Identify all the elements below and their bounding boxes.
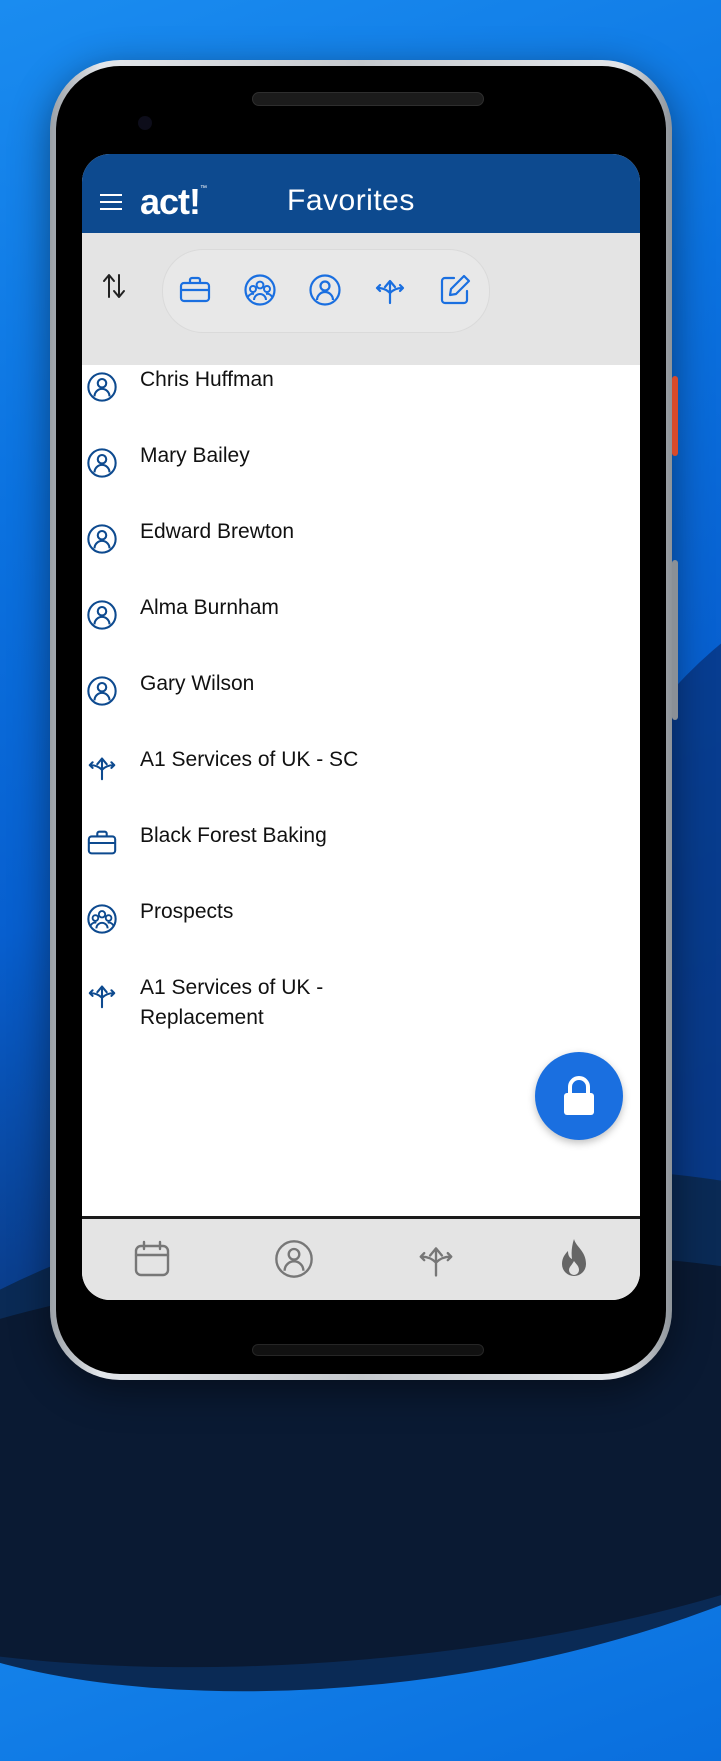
opportunity-icon bbox=[88, 757, 116, 781]
edit-icon bbox=[440, 274, 471, 305]
opportunity-icon bbox=[419, 1247, 453, 1277]
favorite-label: A1 Services of UK - SC bbox=[140, 748, 359, 771]
contact-icon bbox=[87, 448, 117, 478]
favorite-item-opportunity[interactable]: A1 Services of UK - Replacement bbox=[82, 973, 640, 1053]
favorite-item-contact[interactable]: Edward Brewton bbox=[82, 517, 640, 587]
earpiece-speaker bbox=[252, 92, 484, 106]
companies-filter-button[interactable] bbox=[177, 272, 213, 308]
contact-icon bbox=[275, 1240, 313, 1278]
briefcase-icon bbox=[87, 830, 117, 855]
opportunity-icon bbox=[88, 985, 116, 1009]
favorite-label: A1 Services of UK - Replacement bbox=[140, 976, 324, 1029]
contact-icon bbox=[87, 600, 117, 630]
nav-contacts-button[interactable] bbox=[272, 1237, 316, 1281]
group-icon bbox=[244, 274, 276, 306]
page-title: Favorites bbox=[287, 184, 415, 217]
favorite-label: Mary Bailey bbox=[140, 444, 250, 467]
bottom-speaker bbox=[252, 1344, 484, 1356]
contact-icon bbox=[87, 676, 117, 706]
filter-toolbar bbox=[82, 233, 640, 365]
front-camera bbox=[138, 116, 152, 130]
favorite-label: Edward Brewton bbox=[140, 520, 295, 543]
calendar-icon bbox=[134, 1240, 170, 1277]
favorite-label: Prospects bbox=[140, 900, 234, 923]
notes-filter-button[interactable] bbox=[437, 272, 473, 308]
favorite-label: Alma Burnham bbox=[140, 596, 279, 619]
power-button bbox=[672, 376, 678, 456]
opportunity-icon bbox=[375, 279, 405, 305]
contact-icon bbox=[87, 524, 117, 554]
entity-filter-bar bbox=[162, 249, 490, 333]
contacts-filter-button[interactable] bbox=[307, 272, 343, 308]
favorite-item-group[interactable]: Prospects bbox=[82, 897, 640, 967]
app-screen: act!™ Favorites Chris Huffman Mary Baile… bbox=[82, 154, 640, 1300]
flame-icon bbox=[562, 1239, 586, 1276]
nav-hot-button[interactable] bbox=[552, 1237, 596, 1281]
lock-icon bbox=[564, 1076, 594, 1115]
nav-calendar-button[interactable] bbox=[130, 1237, 174, 1281]
contact-icon bbox=[309, 274, 341, 306]
sort-arrows-icon[interactable] bbox=[102, 271, 126, 301]
groups-filter-button[interactable] bbox=[242, 272, 278, 308]
favorite-label: Gary Wilson bbox=[140, 672, 255, 695]
favorite-item-contact[interactable]: Gary Wilson bbox=[82, 669, 640, 739]
bottom-navigation bbox=[82, 1216, 640, 1300]
lock-button[interactable] bbox=[535, 1052, 623, 1140]
favorite-item-contact[interactable]: Mary Bailey bbox=[82, 441, 640, 511]
favorite-item-company[interactable]: Black Forest Baking bbox=[82, 821, 640, 891]
group-icon bbox=[87, 904, 117, 934]
act-logo: act!™ bbox=[140, 181, 207, 222]
favorite-item-contact[interactable]: Chris Huffman bbox=[82, 365, 640, 435]
favorite-item-contact[interactable]: Alma Burnham bbox=[82, 593, 640, 663]
contact-icon bbox=[87, 372, 117, 402]
app-bar: act!™ Favorites bbox=[82, 154, 640, 233]
nav-opportunities-button[interactable] bbox=[414, 1237, 458, 1281]
briefcase-icon bbox=[179, 276, 211, 303]
favorite-label: Black Forest Baking bbox=[140, 824, 327, 847]
hamburger-menu-icon[interactable] bbox=[100, 194, 122, 212]
favorite-item-opportunity[interactable]: A1 Services of UK - SC bbox=[82, 745, 640, 815]
favorite-label: Chris Huffman bbox=[140, 368, 274, 391]
volume-button bbox=[672, 560, 678, 720]
opportunities-filter-button[interactable] bbox=[372, 272, 408, 308]
